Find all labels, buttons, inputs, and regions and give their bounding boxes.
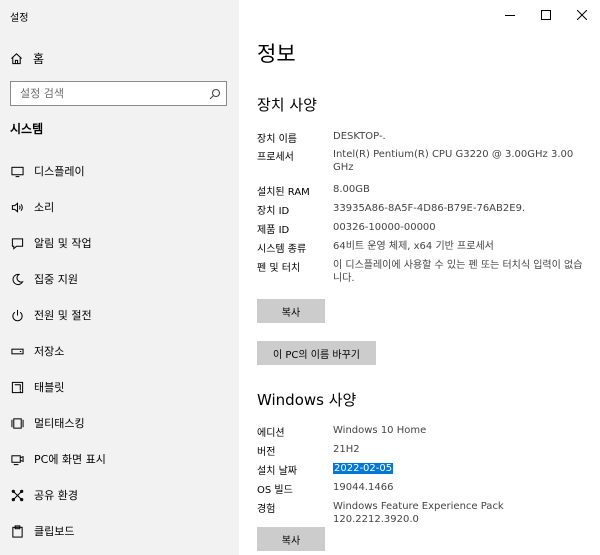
- sidebar-item-focus-assist[interactable]: 집중 지원: [0, 261, 239, 297]
- spec-row: 펜 및 터치 이 디스플레이에 사용할 수 있는 펜 또는 터치식 입력이 없습…: [257, 259, 587, 289]
- sidebar-item-label: 저장소: [34, 345, 65, 358]
- spec-row: OS 빌드 19044.1466: [257, 481, 587, 500]
- spec-key: 시스템 종류: [257, 244, 307, 255]
- clipboard-icon: [10, 524, 24, 538]
- sidebar-item-notifications[interactable]: 알림 및 작업: [0, 225, 239, 261]
- sidebar-item-shared[interactable]: 공유 환경: [0, 477, 239, 513]
- sidebar-item-sound[interactable]: 소리: [0, 189, 239, 225]
- spec-value: 33935A86-8A5F-4D86-B79E-76AB2E9.: [333, 203, 526, 214]
- tablet-icon: [10, 380, 24, 394]
- sidebar-item-label: 소리: [34, 201, 55, 214]
- spec-row: 경험 Windows Feature Experience Pack 120.2…: [257, 500, 587, 525]
- copy-windows-specs-button[interactable]: 복사: [257, 527, 325, 551]
- spec-key: 프로세서: [257, 152, 294, 163]
- spec-value: 8.00GB: [333, 184, 370, 195]
- device-specs-heading: 장치 사양: [257, 96, 317, 114]
- sidebar-item-clipboard[interactable]: 클립보드: [0, 513, 239, 549]
- sidebar-item-label: 전원 및 절전: [34, 309, 92, 322]
- notification-icon: [10, 236, 24, 250]
- storage-icon: [10, 344, 24, 358]
- spec-key: 에디션: [257, 428, 285, 439]
- sidebar-item-tablet[interactable]: 태블릿: [0, 369, 239, 405]
- windows-specs-heading: Windows 사양: [257, 391, 357, 409]
- search-box[interactable]: [10, 81, 227, 106]
- spec-value: Windows 10 Home: [333, 425, 427, 436]
- sidebar: 설정 홈 시스템 디스플레이 소리: [0, 0, 239, 555]
- spec-key: 설치된 RAM: [257, 187, 310, 198]
- sidebar-item-power[interactable]: 전원 및 절전: [0, 297, 239, 333]
- shared-icon: [10, 488, 24, 502]
- spec-row: 설치 날짜 2022-02-05: [257, 462, 587, 481]
- spec-key: 펜 및 터치: [257, 263, 301, 274]
- spec-value: 이 디스플레이에 사용할 수 있는 펜 또는 터치식 입력이 없습니다.: [333, 260, 583, 284]
- spec-value: 19044.1466: [333, 482, 394, 493]
- close-icon: [577, 10, 587, 20]
- sidebar-item-label: PC에 화면 표시: [34, 453, 106, 466]
- spec-key: OS 빌드: [257, 485, 293, 496]
- sidebar-item-project[interactable]: PC에 화면 표시: [0, 441, 239, 477]
- close-button[interactable]: [564, 0, 600, 30]
- spec-key: 설치 날짜: [257, 466, 297, 477]
- spec-key: 버전: [257, 447, 276, 458]
- page-title: 정보: [257, 42, 296, 66]
- spec-value: 00326-10000-00000: [333, 222, 436, 233]
- section-title: 시스템: [10, 122, 44, 136]
- spec-key: 장치 이름: [257, 134, 297, 145]
- multitasking-icon: [10, 416, 24, 430]
- spec-row: 버전 21H2: [257, 443, 587, 462]
- search-input[interactable]: [11, 82, 204, 105]
- spec-row: 시스템 종류 64비트 운영 체제, x64 기반 프로세서: [257, 240, 587, 259]
- spec-row: 장치 ID 33935A86-8A5F-4D86-B79E-76AB2E9.: [257, 202, 587, 221]
- sidebar-item-storage[interactable]: 저장소: [0, 333, 239, 369]
- power-icon: [10, 308, 24, 322]
- main-content: 정보 장치 사양 장치 이름 DESKTOP-. 프로세서 Intel(R) P…: [239, 0, 600, 555]
- sidebar-item-label: 멀티태스킹: [34, 417, 85, 430]
- device-specs-table: 장치 이름 DESKTOP-. 프로세서 Intel(R) Pentium(R)…: [257, 130, 587, 289]
- spec-value: Intel(R) Pentium(R) CPU G3220 @ 3.00GHz …: [333, 149, 574, 173]
- minimize-icon: [505, 15, 515, 16]
- rename-pc-button[interactable]: 이 PC의 이름 바꾸기: [257, 341, 376, 365]
- maximize-button[interactable]: [528, 0, 564, 30]
- sidebar-item-label: 공유 환경: [34, 489, 78, 502]
- projector-icon: [10, 452, 24, 466]
- home-label: 홈: [33, 51, 45, 66]
- app-title: 설정: [10, 13, 29, 24]
- install-date-value-selected[interactable]: 2022-02-05: [333, 463, 394, 474]
- spec-value: DESKTOP-.: [333, 131, 386, 142]
- sidebar-nav: 디스플레이 소리 알림 및 작업 집중 지원 전원 및 절전 저장소 태블릿 멀…: [0, 153, 239, 549]
- spec-row: 에디션 Windows 10 Home: [257, 424, 587, 443]
- maximize-icon: [541, 10, 551, 20]
- search-icon[interactable]: [204, 83, 226, 105]
- window-controls: [492, 0, 600, 30]
- spec-row: 설치된 RAM 8.00GB: [257, 183, 587, 202]
- spec-row: 제품 ID 00326-10000-00000: [257, 221, 587, 240]
- spec-key: 제품 ID: [257, 225, 290, 236]
- sidebar-item-label: 집중 지원: [34, 273, 78, 286]
- monitor-icon: [10, 164, 24, 178]
- minimize-button[interactable]: [492, 0, 528, 30]
- windows-specs-table: 에디션 Windows 10 Home 버전 21H2 설치 날짜 2022-0…: [257, 424, 587, 525]
- home-icon: [11, 52, 22, 64]
- spec-row: 장치 이름 DESKTOP-.: [257, 130, 587, 148]
- speaker-icon: [10, 200, 24, 214]
- sidebar-item-label: 태블릿: [34, 381, 65, 394]
- sidebar-item-multitasking[interactable]: 멀티태스킹: [0, 405, 239, 441]
- spec-value: Windows Feature Experience Pack 120.2212…: [333, 501, 504, 525]
- spec-row: 프로세서 Intel(R) Pentium(R) CPU G3220 @ 3.0…: [257, 148, 587, 183]
- home-nav-item[interactable]: 홈: [10, 48, 44, 68]
- sidebar-item-label: 클립보드: [34, 525, 75, 538]
- spec-key: 경험: [257, 504, 276, 515]
- spec-key: 장치 ID: [257, 206, 290, 217]
- sidebar-item-display[interactable]: 디스플레이: [0, 153, 239, 189]
- moon-icon: [10, 272, 24, 286]
- sidebar-item-label: 디스플레이: [34, 165, 85, 178]
- spec-value: 64비트 운영 체제, x64 기반 프로세서: [333, 241, 494, 252]
- spec-value: 21H2: [333, 444, 360, 455]
- copy-device-specs-button[interactable]: 복사: [257, 299, 325, 323]
- sidebar-item-label: 알림 및 작업: [34, 237, 92, 250]
